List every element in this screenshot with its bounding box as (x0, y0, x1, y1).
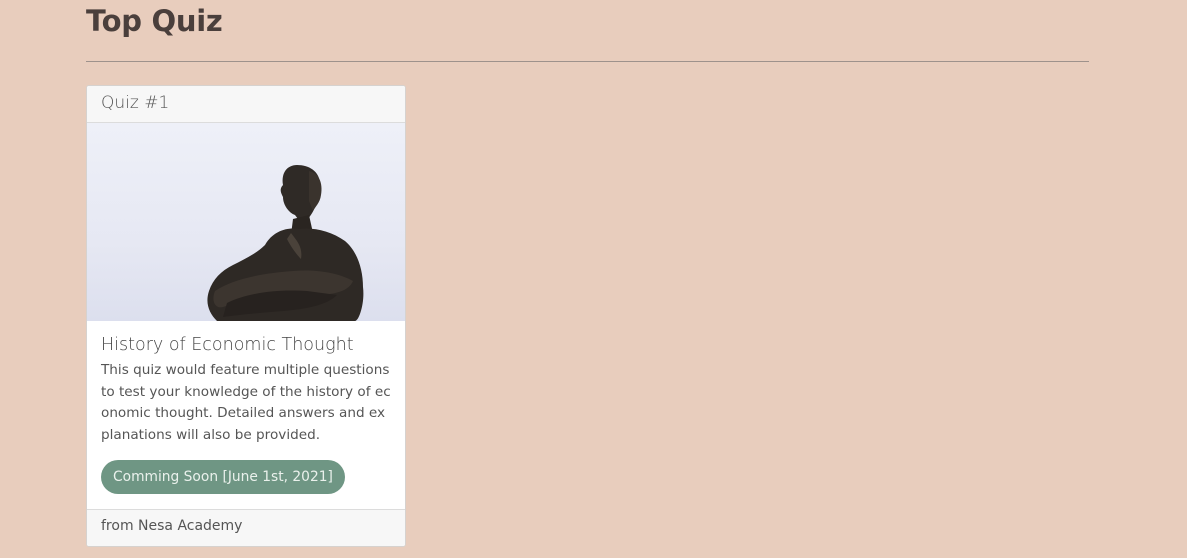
quiz-card-body: History of Economic Thought This quiz wo… (87, 321, 405, 494)
quiz-title: History of Economic Thought (101, 335, 354, 355)
title-divider (86, 61, 1089, 62)
quiz-description: This quiz would feature multiple questio… (101, 362, 391, 443)
quiz-card-footer: from Nesa Academy (87, 509, 405, 546)
page-title: Top Quiz (86, 4, 223, 38)
statue-image (87, 123, 405, 321)
quiz-card-header: Quiz #1 (87, 86, 405, 123)
coming-soon-badge[interactable]: Comming Soon [June 1st, 2021] (101, 460, 345, 494)
quiz-card[interactable]: Quiz #1 History of Economic Thought This (86, 85, 406, 547)
statue-silhouette-icon (207, 165, 364, 321)
